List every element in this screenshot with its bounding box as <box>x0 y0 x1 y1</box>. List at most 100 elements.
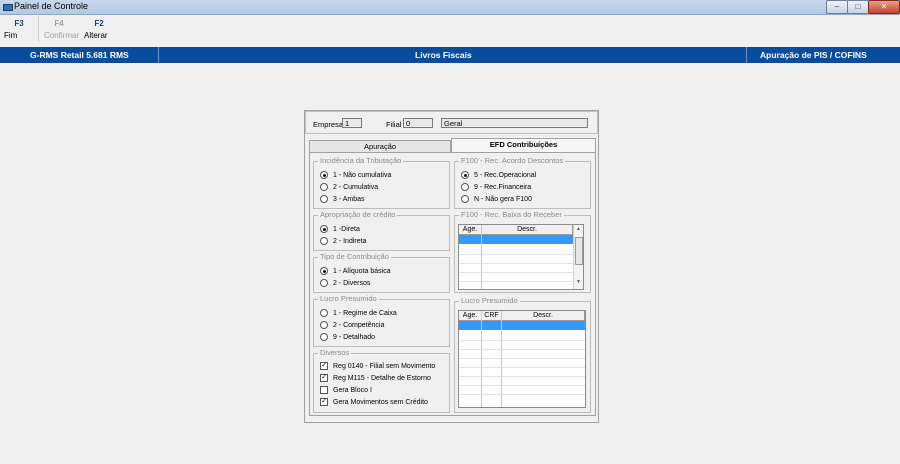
empresa-field[interactable]: 1 <box>342 118 362 128</box>
checkbox-checked-icon: ✓ <box>320 374 328 382</box>
toolbar: F3 Fim F4 Confirmar F2 Alterar <box>0 15 900 43</box>
grid-header: Age. Descr. <box>459 225 573 235</box>
grid-line <box>459 254 573 255</box>
incidencia-legend: Incidência da Tributação <box>318 156 404 165</box>
f100-acordo-option-n[interactable]: N - Não gera F100 <box>461 195 532 203</box>
checkbox-checked-icon: ✓ <box>320 398 328 406</box>
tipo-contribuicao-option-2[interactable]: 2 - Diversos <box>320 279 370 287</box>
filial-field[interactable]: 0 <box>403 118 433 128</box>
lucro-presumido-left-legend: Lucro Presumido <box>318 294 379 303</box>
checkbox-checked-icon: ✓ <box>320 362 328 370</box>
radio-icon <box>461 183 469 191</box>
grid-line <box>459 340 585 341</box>
f100-acordo-option-5[interactable]: 5 - Rec.Operacional <box>461 171 536 179</box>
grid-line <box>459 281 573 282</box>
empresa-label: Empresa <box>313 120 344 129</box>
column-header[interactable]: Age. <box>459 225 482 234</box>
app-icon <box>3 4 13 11</box>
filial-description: Geral <box>441 118 588 128</box>
radio-icon <box>320 237 328 245</box>
radio-icon <box>320 309 328 317</box>
radio-selected-icon <box>320 225 328 233</box>
radio-icon <box>461 195 469 203</box>
maximize-button[interactable]: □ <box>847 0 869 14</box>
column-header[interactable]: Descr. <box>502 311 585 320</box>
grid-line <box>459 367 585 368</box>
module-header: G-RMS Retail 5.681 RMS Livros Fiscais Ap… <box>0 47 900 63</box>
grid-line <box>459 376 585 377</box>
scroll-thumb[interactable] <box>575 237 583 265</box>
confirmar-button[interactable]: F4 Confirmar <box>44 19 79 40</box>
tipo-contribuicao-group: Tipo de Contribuição 1 - Alíquota básica… <box>313 252 450 293</box>
filial-label: Filial <box>386 120 402 129</box>
scroll-down-icon[interactable]: ▼ <box>574 279 583 285</box>
apropriacao-option-2[interactable]: 2 - Indireta <box>320 237 366 245</box>
lucro-presumido-left-group: Lucro Presumido 1 - Regime de Caixa 2 - … <box>313 294 450 347</box>
f100-baixa-legend: F100 - Rec. Baixa do Receber <box>459 210 564 219</box>
f100-acordo-option-9[interactable]: 9 - Rec.Financeira <box>461 183 531 191</box>
grid-line <box>459 394 585 395</box>
toolbar-separator <box>38 16 39 42</box>
grid-line <box>459 263 573 264</box>
radio-selected-icon <box>461 171 469 179</box>
lucro-option-9[interactable]: 9 - Detalhado <box>320 333 375 341</box>
f100-acordo-group: F100 - Rec. Acordo Descontos 5 - Rec.Ope… <box>454 156 591 209</box>
column-header[interactable]: Age. <box>459 311 482 320</box>
alterar-button[interactable]: F2 Alterar <box>84 19 114 40</box>
selected-row[interactable] <box>459 235 573 244</box>
window-title: Painel de Controle <box>14 1 89 11</box>
incidencia-group: Incidência da Tributação 1 - Não cumulat… <box>313 156 450 209</box>
grid-header: Age. CRF Descr. <box>459 311 585 321</box>
selected-row[interactable] <box>459 321 585 330</box>
column-header[interactable]: Descr. <box>482 225 573 234</box>
lucro-presumido-grid[interactable]: Age. CRF Descr. <box>458 310 586 408</box>
diversos-group: Diversos ✓ Reg 0140 - Filial sem Moviment… <box>313 348 450 413</box>
grid-line <box>501 311 502 407</box>
header-divider <box>158 47 159 63</box>
check-gera-movimentos[interactable]: ✓ Gera Movimentos sem Crédito <box>320 398 428 406</box>
incidencia-option-3[interactable]: 3 - Ambas <box>320 195 365 203</box>
radio-icon <box>320 183 328 191</box>
app-version: G-RMS Retail 5.681 RMS <box>30 50 129 60</box>
radio-icon <box>320 321 328 329</box>
f100-baixa-grid[interactable]: Age. Descr. ▲ ▼ <box>458 224 584 290</box>
minimize-button[interactable]: – <box>826 0 848 14</box>
screen-title: Apuração de PIS / COFINS <box>760 50 867 60</box>
tipo-contribuicao-legend: Tipo de Contribuição <box>318 252 391 261</box>
confirmar-key: F4 <box>54 19 64 28</box>
lucro-presumido-right-legend: Lucro Presumido <box>459 296 520 305</box>
column-header[interactable]: CRF <box>482 311 502 320</box>
check-gera-bloco-i[interactable]: Gera Bloco I <box>320 386 372 394</box>
grid-line <box>459 358 585 359</box>
fim-button[interactable]: F3 Fim <box>4 19 34 40</box>
confirmar-label: Confirmar <box>44 31 80 40</box>
tipo-contribuicao-option-1[interactable]: 1 - Alíquota básica <box>320 267 391 275</box>
grid-line <box>459 385 585 386</box>
incidencia-option-1[interactable]: 1 - Não cumulativa <box>320 171 391 179</box>
apropriacao-group: Apropriação de crédito 1 -Direta 2 - Ind… <box>313 210 450 251</box>
fim-key: F3 <box>14 19 24 28</box>
apropriacao-option-1[interactable]: 1 -Direta <box>320 225 360 233</box>
fim-label: Fim <box>4 31 18 40</box>
lucro-option-1[interactable]: 1 - Regime de Caixa <box>320 309 397 317</box>
check-reg-m115[interactable]: ✓ Reg M115 - Detalhe de Estorno <box>320 374 431 382</box>
window-titlebar: Painel de Controle – □ ✕ <box>0 0 900 15</box>
radio-selected-icon <box>320 267 328 275</box>
radio-selected-icon <box>320 171 328 179</box>
grid-line <box>459 272 573 273</box>
alterar-label: Alterar <box>84 31 108 40</box>
checkbox-icon <box>320 386 328 394</box>
check-reg-0140[interactable]: ✓ Reg 0140 - Filial sem Movimento <box>320 362 435 370</box>
lucro-option-2[interactable]: 2 - Competência <box>320 321 384 329</box>
grid-line <box>481 225 482 289</box>
alterar-key: F2 <box>94 19 104 28</box>
grid-line <box>459 349 585 350</box>
radio-icon <box>320 195 328 203</box>
close-button[interactable]: ✕ <box>868 0 900 14</box>
incidencia-option-2[interactable]: 2 - Cumulativa <box>320 183 378 191</box>
scroll-up-icon[interactable]: ▲ <box>574 226 583 232</box>
tab-efd-contribuicoes[interactable]: EFD Contribuições <box>451 138 596 153</box>
grid-line <box>481 311 482 407</box>
apropriacao-legend: Apropriação de crédito <box>318 210 398 219</box>
vertical-scrollbar[interactable]: ▲ ▼ <box>573 225 583 289</box>
